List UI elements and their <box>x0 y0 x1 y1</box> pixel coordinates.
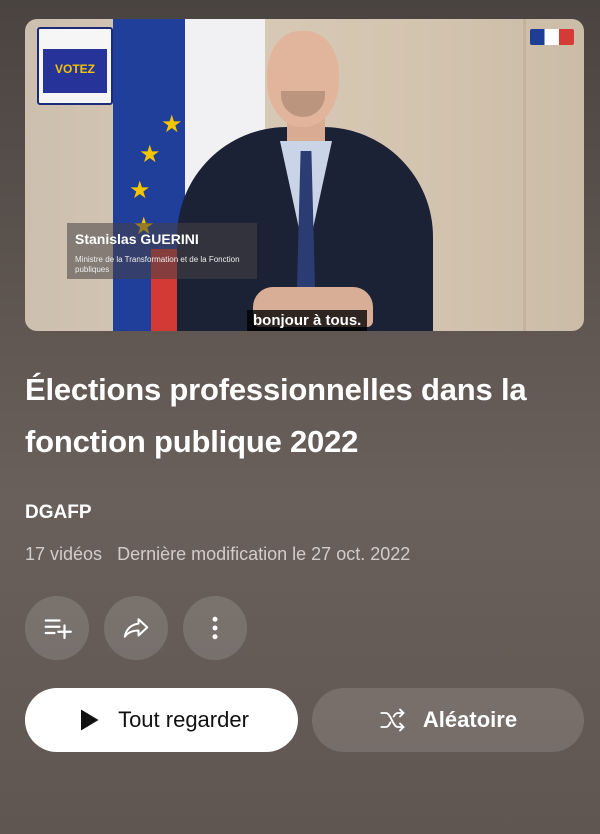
speaker-lower-third: Stanislas GUERINI Ministre de la Transfo… <box>67 223 257 279</box>
more-vert-icon <box>212 616 218 640</box>
video-caption: bonjour à tous. <box>247 310 368 331</box>
shuffle-button[interactable]: Aléatoire <box>312 688 584 752</box>
add-to-queue-button[interactable] <box>25 596 89 660</box>
playlist-add-icon <box>44 619 72 640</box>
shuffle-label: Aléatoire <box>422 707 518 732</box>
playlist-header-panel: ★ ★ ★ ★ ★ VOTEZ Stanislas GUERINI Minist… <box>0 0 600 834</box>
election-poster: VOTEZ <box>37 27 113 105</box>
play-icon <box>81 709 99 731</box>
more-actions-button[interactable] <box>183 596 247 660</box>
video-count: 17 vidéos <box>25 544 103 564</box>
share-icon <box>123 618 149 638</box>
speaker-role: Ministre de la Transformation et de la F… <box>75 255 240 274</box>
channel-name-link[interactable]: DGAFP <box>25 502 92 524</box>
shuffle-icon <box>380 708 405 732</box>
playlist-title: Élections professionnelles dans la fonct… <box>25 372 527 459</box>
last-modified: Dernière modification le 27 oct. 2022 <box>117 544 411 564</box>
playlist-thumbnail[interactable]: ★ ★ ★ ★ ★ VOTEZ Stanislas GUERINI Minist… <box>25 19 584 331</box>
play-all-button[interactable]: Tout regarder <box>25 688 298 752</box>
share-button[interactable] <box>104 596 168 660</box>
playlist-meta: 17 vidéos Dernière modification le 27 oc… <box>25 544 410 565</box>
speaker-name: Stanislas GUERINI <box>75 231 199 247</box>
play-all-label: Tout regarder <box>118 707 249 732</box>
republique-francaise-logo <box>530 29 574 45</box>
